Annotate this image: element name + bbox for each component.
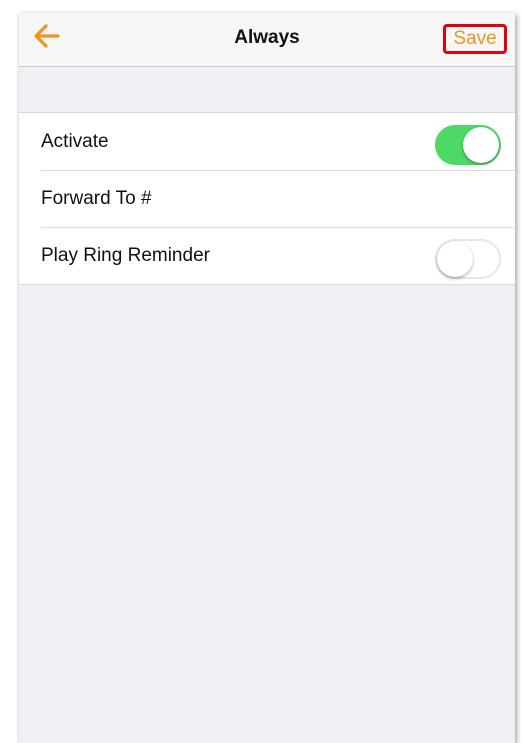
- setting-row-activate: Activate: [19, 113, 515, 170]
- phone-screen: Always Save Activate Forward To # Play R…: [19, 13, 515, 743]
- setting-row-play-ring-reminder: Play Ring Reminder: [19, 227, 515, 284]
- toggle-knob: [463, 127, 499, 163]
- save-button[interactable]: Save: [443, 24, 507, 54]
- page-title: Always: [234, 27, 300, 48]
- back-button[interactable]: [33, 21, 73, 55]
- play-ring-reminder-label: Play Ring Reminder: [41, 244, 210, 266]
- toggle-knob: [437, 241, 473, 277]
- settings-list: Activate Forward To # Play Ring Reminder: [19, 112, 515, 285]
- forward-to-label: Forward To #: [41, 187, 152, 209]
- activate-toggle[interactable]: [435, 125, 501, 165]
- setting-row-forward-to[interactable]: Forward To #: [19, 170, 515, 227]
- arrow-left-icon: [33, 23, 61, 53]
- navigation-bar: Always Save: [19, 13, 515, 67]
- play-ring-reminder-toggle[interactable]: [435, 239, 501, 279]
- activate-label: Activate: [41, 130, 109, 152]
